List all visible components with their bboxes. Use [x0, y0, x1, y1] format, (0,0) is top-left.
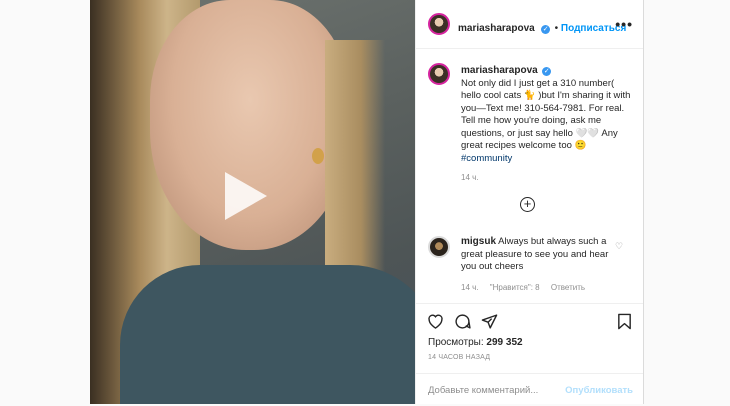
views-value: 299 352	[486, 337, 523, 348]
header-username[interactable]: mariasharapova	[458, 23, 535, 34]
publish-button[interactable]: Опубликовать	[565, 385, 633, 396]
post-caption: mariasharapova ✓ Not only did I just get…	[461, 65, 636, 165]
add-comment-bar: Добавьте комментарий... Опубликовать	[416, 373, 643, 406]
post-video[interactable]	[90, 0, 415, 404]
caption-username[interactable]: mariasharapova	[461, 65, 538, 76]
video-frame-sweater	[120, 265, 415, 404]
share-icon[interactable]	[481, 313, 498, 333]
caption-text: Not only did I just get a 310 number( he…	[461, 77, 631, 152]
comment-like-icon[interactable]: ♡	[615, 241, 623, 252]
add-comment-input[interactable]: Добавьте комментарий...	[428, 385, 538, 396]
comment-meta: 14 ч. "Нравится": 8 Ответить	[461, 283, 594, 292]
post-side-panel: mariasharapova ✓ • Подписаться ••• maria…	[415, 0, 644, 404]
views-count[interactable]: Просмотры: 299 352	[428, 337, 523, 348]
comment-avatar[interactable]	[428, 236, 450, 258]
verified-badge-icon: ✓	[541, 25, 551, 34]
post-time-ago[interactable]: 14 ЧАСОВ НАЗАД	[428, 354, 490, 361]
comment-likes[interactable]: "Нравится": 8	[490, 283, 540, 292]
caption-avatar[interactable]	[428, 63, 450, 85]
comment-username[interactable]: migsuk	[461, 236, 496, 247]
hashtag-link[interactable]: #community	[461, 153, 636, 166]
comment-reply-button[interactable]: Ответить	[551, 283, 585, 292]
views-label: Просмотры:	[428, 337, 484, 348]
more-options-icon[interactable]: •••	[615, 16, 633, 32]
load-more-comments-icon[interactable]: +	[520, 197, 535, 212]
comment-time[interactable]: 14 ч.	[461, 283, 479, 292]
caption-time[interactable]: 14 ч.	[461, 173, 479, 182]
verified-badge-icon: ✓	[542, 67, 552, 76]
play-icon[interactable]	[225, 172, 267, 220]
post-actions: Просмотры: 299 352 14 ЧАСОВ НАЗАД Добавь…	[416, 303, 643, 405]
avatar[interactable]	[428, 13, 450, 35]
comment-item: migsuk Always but always such a great pl…	[461, 236, 611, 274]
heart-outline-icon[interactable]	[427, 313, 444, 332]
video-frame-earring	[312, 148, 324, 164]
bookmark-icon[interactable]	[617, 313, 632, 333]
post-header: mariasharapova ✓ • Подписаться •••	[416, 0, 643, 49]
comment-icon[interactable]	[454, 313, 471, 333]
